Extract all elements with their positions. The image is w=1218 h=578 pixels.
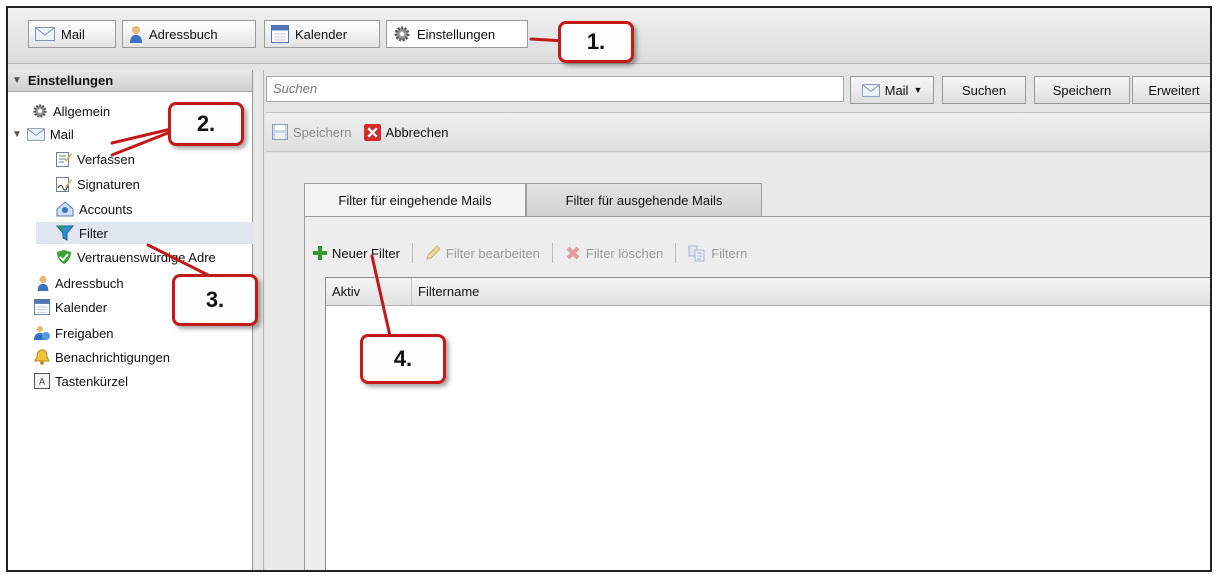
envelope-icon bbox=[35, 27, 55, 41]
envelope-icon bbox=[26, 127, 45, 141]
tab-incoming-filters[interactable]: Filter für eingehende Mails bbox=[304, 183, 526, 217]
sidebar-item-label: Tastenkürzel bbox=[55, 373, 128, 389]
collapse-triangle-icon[interactable]: ▼ bbox=[12, 129, 22, 140]
bell-icon bbox=[34, 349, 50, 365]
new-filter-label: Neuer Filter bbox=[332, 245, 400, 261]
save-button-label: Speichern bbox=[293, 124, 352, 140]
envelope-icon bbox=[861, 83, 880, 97]
toolbar-divider bbox=[675, 243, 677, 263]
tab-mail[interactable]: Mail bbox=[28, 20, 116, 48]
filter-icon bbox=[56, 225, 74, 241]
chevron-down-icon: ▼ bbox=[913, 85, 923, 95]
sidebar-item-benachrichtigungen[interactable]: Benachrichtigungen bbox=[34, 346, 170, 368]
filter-table: Aktiv Filtername K bbox=[325, 277, 1210, 570]
sidebar-item-mail[interactable]: ▼ Mail bbox=[12, 123, 74, 145]
compose-icon bbox=[56, 152, 72, 167]
search-row: Suchen Mail ▼ Suchen Speichern Erweitert bbox=[266, 76, 1210, 104]
column-header-filtername[interactable]: Filtername bbox=[412, 278, 1210, 305]
sidebar-item-label: Allgemein bbox=[53, 103, 111, 119]
advanced-search-button[interactable]: Erweitert bbox=[1132, 76, 1210, 104]
filter-panel: Neuer Filter Filter bearbeiten Filter lö… bbox=[304, 216, 1210, 570]
svg-text:A: A bbox=[39, 377, 45, 387]
sidebar-item-label: Verfassen bbox=[77, 151, 135, 167]
annotation-callout-3: 3. bbox=[172, 274, 258, 326]
sidebar-item-label: Signaturen bbox=[77, 176, 140, 192]
column-header-aktiv[interactable]: Aktiv bbox=[326, 278, 412, 305]
annotation-callout-2: 2. bbox=[168, 102, 244, 146]
signature-icon bbox=[56, 177, 72, 192]
sidebar-item-allgemein[interactable]: Allgemein bbox=[32, 100, 110, 122]
tab-outgoing-filters[interactable]: Filter für ausgehende Mails bbox=[526, 183, 762, 217]
share-icon bbox=[34, 326, 50, 340]
floppy-disk-icon bbox=[272, 124, 288, 140]
edit-filter-label: Filter bearbeiten bbox=[445, 245, 540, 261]
sidebar-item-kalender[interactable]: Kalender bbox=[34, 296, 107, 318]
sidebar-item-label: Filter bbox=[79, 225, 108, 241]
annotation-callout-4: 4. bbox=[360, 334, 446, 384]
sidebar-header[interactable]: ▼ Einstellungen bbox=[8, 70, 252, 92]
calendar-icon bbox=[271, 25, 289, 43]
sidebar-item-label: Benachrichtigungen bbox=[55, 349, 170, 365]
sidebar-item-accounts[interactable]: Accounts bbox=[56, 198, 132, 220]
collapse-triangle-icon[interactable]: ▼ bbox=[12, 75, 22, 86]
app-window: Mail Adressbuch Kalender Einstellungen ▼… bbox=[6, 6, 1212, 572]
shield-icon bbox=[57, 250, 71, 264]
cancel-button-label: Abbrechen bbox=[385, 124, 449, 140]
sidebar-item-label: Vertrauenswürdige Adre bbox=[77, 249, 216, 265]
tab-einstellungen[interactable]: Einstellungen bbox=[386, 20, 528, 48]
run-filters-label: Filtern bbox=[711, 245, 748, 261]
edit-filter-button[interactable]: Filter bearbeiten bbox=[425, 245, 540, 261]
person-icon bbox=[37, 275, 49, 291]
table-header: Aktiv Filtername bbox=[326, 278, 1210, 306]
sidebar-item-signaturen[interactable]: Signaturen bbox=[56, 173, 140, 195]
sidebar-item-label: Mail bbox=[49, 126, 74, 142]
save-button[interactable]: Speichern bbox=[272, 124, 352, 140]
annotation-callout-1: 1. bbox=[558, 21, 634, 63]
delete-icon bbox=[566, 246, 580, 260]
tab-kalender[interactable]: Kalender bbox=[264, 20, 380, 48]
search-input[interactable]: Suchen bbox=[266, 76, 844, 102]
settings-toolbar: Speichern Abbrechen bbox=[266, 112, 1210, 152]
calendar-icon bbox=[34, 299, 50, 315]
sidebar-item-freigaben[interactable]: Freigaben bbox=[34, 322, 114, 344]
save-search-button[interactable]: Speichern bbox=[1034, 76, 1130, 104]
sidebar-item-filter[interactable]: Filter bbox=[36, 222, 253, 244]
search-scope-label: Mail bbox=[884, 82, 909, 98]
sidebar-item-verfassen[interactable]: Verfassen bbox=[56, 148, 135, 170]
sidebar-item-vertrauenswuerdige-adressen[interactable]: Vertrauenswürdige Adre bbox=[56, 246, 216, 268]
accounts-icon bbox=[56, 201, 74, 217]
sidebar-item-label: Adressbuch bbox=[55, 275, 124, 291]
sidebar-title: Einstellungen bbox=[27, 73, 114, 88]
person-icon bbox=[130, 26, 142, 43]
sidebar-item-adressbuch[interactable]: Adressbuch bbox=[36, 272, 124, 294]
sidebar-item-label: Freigaben bbox=[55, 325, 114, 341]
tab-mail-label: Mail bbox=[61, 26, 85, 42]
search-button[interactable]: Suchen bbox=[942, 76, 1026, 104]
delete-filter-button[interactable]: Filter löschen bbox=[565, 245, 663, 261]
cancel-button[interactable]: Abbrechen bbox=[363, 123, 449, 141]
pencil-icon bbox=[426, 245, 441, 260]
delete-filter-label: Filter löschen bbox=[585, 245, 664, 261]
keyboard-icon: A bbox=[34, 373, 50, 389]
run-filters-button[interactable]: Filtern bbox=[688, 244, 747, 262]
tab-einstellungen-label: Einstellungen bbox=[417, 26, 496, 42]
new-filter-button[interactable]: Neuer Filter bbox=[313, 246, 400, 261]
tab-adressbuch-label: Adressbuch bbox=[149, 26, 218, 42]
sidebar-item-label: Accounts bbox=[79, 201, 133, 217]
filter-toolbar: Neuer Filter Filter bearbeiten Filter lö… bbox=[313, 239, 747, 267]
gear-icon bbox=[33, 104, 47, 118]
sidebar-item-label: Kalender bbox=[55, 299, 108, 315]
gear-icon bbox=[394, 26, 410, 42]
toolbar-divider bbox=[411, 243, 413, 263]
run-filter-icon bbox=[688, 245, 705, 262]
resize-grip-icon[interactable]: ≡ bbox=[257, 568, 262, 570]
search-scope-dropdown[interactable]: Mail ▼ bbox=[850, 76, 934, 104]
close-icon bbox=[363, 123, 381, 141]
sidebar-item-tastenkuerzel[interactable]: A Tastenkürzel bbox=[34, 370, 128, 392]
tab-adressbuch[interactable]: Adressbuch bbox=[122, 20, 256, 48]
toolbar-divider bbox=[551, 243, 553, 263]
tab-kalender-label: Kalender bbox=[295, 26, 348, 42]
add-icon bbox=[313, 246, 327, 260]
